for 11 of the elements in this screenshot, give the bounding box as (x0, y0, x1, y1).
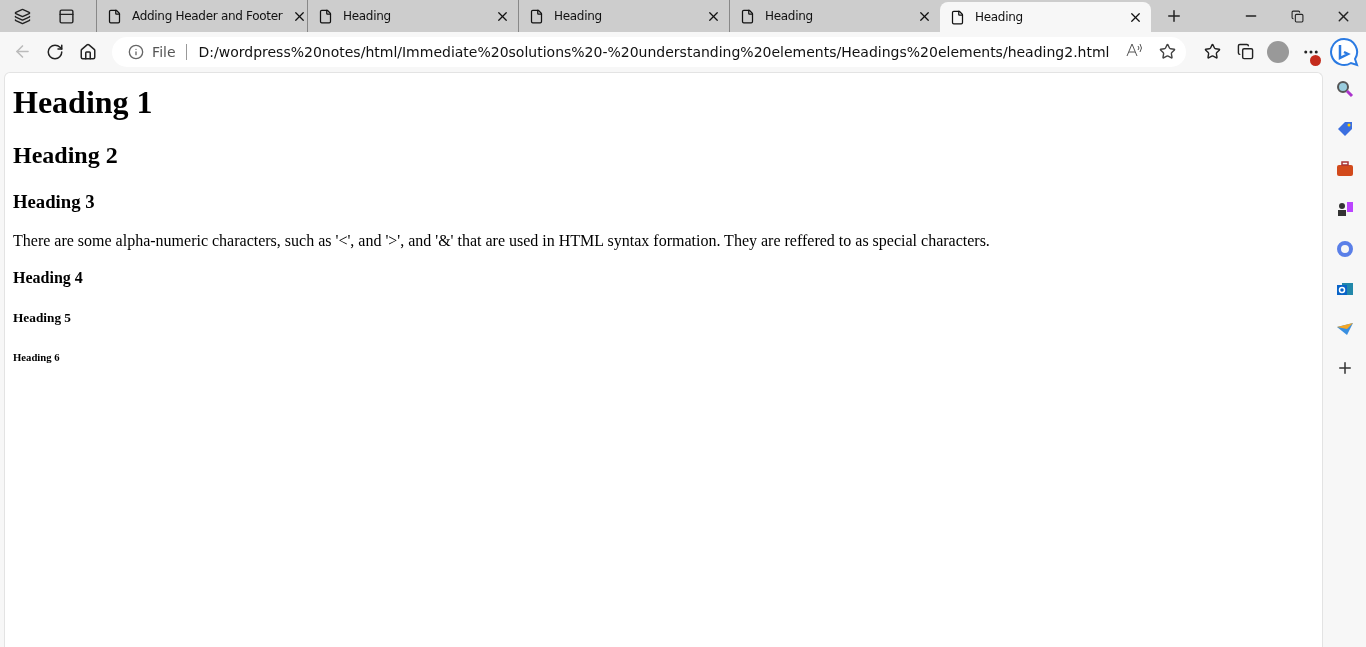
browser-tab[interactable]: Heading (940, 2, 1151, 32)
heading: Heading 6 (13, 351, 61, 364)
scheme-label: File (152, 43, 187, 60)
address-bar[interactable]: File D:/wordpress%20notes/html/Immediate%20solutions%20-%20understanding%20elements/Headings%20elements/heading2.html (112, 36, 1187, 67)
heading: Heading 1 (13, 83, 154, 122)
paragraph: There are some alpha-numeric characters, such as '<', and '>', and '&' that are used in HTML syntax formation. They are reffered to as special characters. (13, 232, 991, 251)
heading: Heading 3 (13, 191, 96, 214)
heading: Heading 2 (13, 142, 119, 170)
heading: Heading 5 (13, 310, 72, 327)
heading: Heading 4 (13, 269, 84, 288)
url-text: D:/wordpress%20notes/html/Immediate%20solutions%20-%20understanding%20elements/Headings%20elements/heading2.html (198, 43, 1110, 60)
